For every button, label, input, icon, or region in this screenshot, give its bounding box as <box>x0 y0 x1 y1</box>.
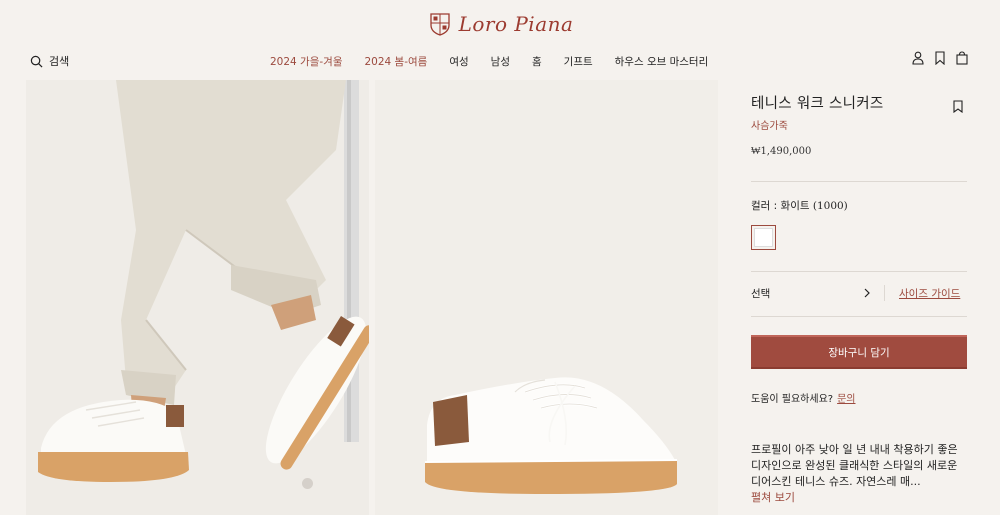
nav-item-home[interactable]: 홈 <box>532 54 542 69</box>
search-button[interactable]: 검색 <box>30 52 69 70</box>
product-price: ₩1,490,000 <box>751 146 812 157</box>
nav-item-fw2024[interactable]: 2024 가을-겨울 <box>270 54 343 69</box>
size-select-row: 선택 사이즈 가이드 <box>751 280 967 306</box>
bag-icon[interactable] <box>956 51 968 65</box>
product-title: 테니스 워크 스니커즈 <box>751 96 884 112</box>
header-actions <box>912 51 968 65</box>
product-gallery <box>26 80 718 515</box>
product-material: 사슴가죽 <box>751 121 788 132</box>
size-select[interactable]: 선택 <box>751 286 856 301</box>
brand-logo[interactable]: Loro Piana <box>0 8 1000 40</box>
product-panel: 테니스 워크 스니커즈 사슴가죽 ₩1,490,000 컬러 : 화이트 (10… <box>751 92 967 504</box>
contact-link[interactable]: 문의 <box>837 394 855 405</box>
add-to-cart-button[interactable]: 장바구니 담기 <box>751 335 967 369</box>
divider <box>751 271 967 272</box>
read-more-link[interactable]: 펼쳐 보기 <box>751 489 795 505</box>
gallery-image-model[interactable] <box>26 80 369 515</box>
vertical-divider <box>884 285 885 301</box>
product-image-graphic <box>375 80 718 515</box>
bookmark-icon[interactable] <box>953 98 963 114</box>
divider <box>751 181 967 182</box>
size-guide-link[interactable]: 사이즈 가이드 <box>899 286 960 301</box>
color-code: (1000) <box>812 200 848 212</box>
nav-item-ss2024[interactable]: 2024 봄-여름 <box>365 54 428 69</box>
brand-wordmark: Loro Piana <box>458 12 574 36</box>
wishlist-icon[interactable] <box>934 51 946 65</box>
nav-item-gifts[interactable]: 기프트 <box>564 54 593 69</box>
product-description: 프로필이 아주 낮아 일 년 내내 착용하기 좋은 디자인으로 완성된 클래식한… <box>751 443 958 488</box>
divider <box>751 316 967 317</box>
swatch-fill <box>754 228 773 247</box>
nav-item-house-of-mastery[interactable]: 하우스 오브 마스터리 <box>615 54 709 69</box>
help-text: 도움이 필요하세요? <box>751 394 834 405</box>
nav-item-women[interactable]: 여성 <box>449 54 468 69</box>
search-icon <box>30 55 43 67</box>
model-image-graphic <box>26 80 369 515</box>
gallery-image-product[interactable] <box>375 80 718 515</box>
gallery-pager-dot[interactable] <box>302 478 313 489</box>
search-label: 검색 <box>49 55 70 68</box>
account-icon[interactable] <box>912 51 924 65</box>
color-name: 컬러 : 화이트 <box>751 200 813 212</box>
color-label: 컬러 : 화이트 (1000) <box>751 198 848 213</box>
help-row: 도움이 필요하세요? 문의 <box>751 390 856 405</box>
chevron-right-icon[interactable] <box>862 288 872 298</box>
color-swatch-white[interactable] <box>751 225 776 250</box>
nav-item-men[interactable]: 남성 <box>491 54 510 69</box>
crest-icon <box>429 13 450 36</box>
main-nav: 2024 가을-겨울 2024 봄-여름 여성 남성 홈 기프트 하우스 오브 … <box>270 52 708 70</box>
